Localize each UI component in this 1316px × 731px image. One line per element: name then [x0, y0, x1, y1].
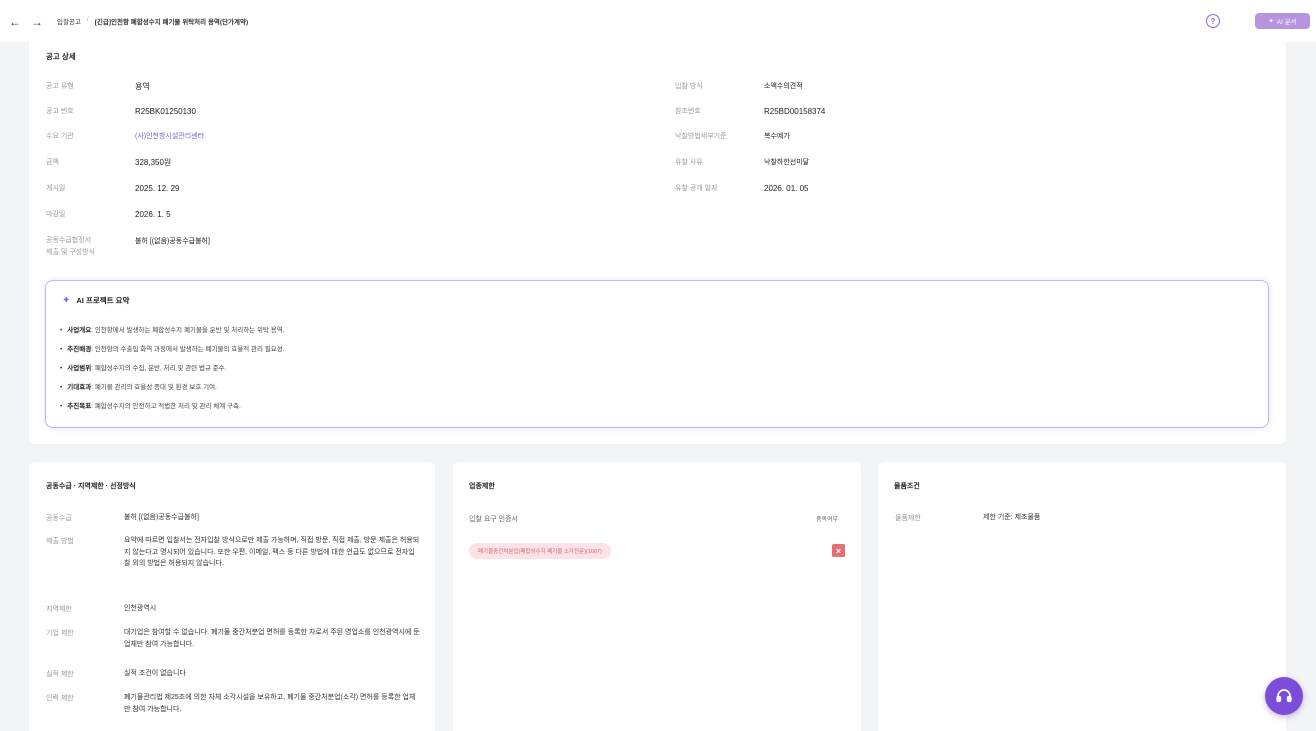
breadcrumb-item-current: [긴급]인천항 폐합성수지 폐기물 위탁처리 용역(단가계약) [94, 19, 249, 26]
field-label: 제출 방법 [46, 538, 74, 545]
arrow-right-icon[interactable]: → [30, 15, 44, 29]
list-item: 기대효과: 폐기물 관리의 효율성 증대 및 환경 보호 기여. [60, 382, 285, 401]
breadcrumb: 입찰공고 / [긴급]인천항 폐합성수지 폐기물 위탁처리 용역(단가계약) [57, 16, 248, 26]
breadcrumb-separator: / [86, 16, 89, 23]
field-label-award-criteria: 낙찰방법세부기준 [675, 133, 727, 140]
ai-summary-header: ✦ AI 프로젝트 요약 [62, 295, 129, 306]
ai-analysis-button[interactable]: ✦ AI 분석 [1255, 13, 1310, 29]
field-value-fail-date: 2026. 01. 05 [764, 184, 809, 193]
field-label-fail-date: 유찰 공개 일자 [675, 185, 718, 192]
field-label-joint-agreement-2: 제출 및 구성방식 [46, 249, 95, 256]
sparkle-icon: ✦ [1268, 18, 1274, 25]
field-label-notice-no: 공고 번호 [46, 108, 74, 115]
field-value-award-criteria: 복수예가 [764, 133, 790, 140]
field-label-posted: 게시일 [46, 185, 66, 192]
field-label-ref-no: 참조번호 [675, 108, 701, 115]
field-value-posted: 2025. 12. 29 [135, 184, 180, 193]
field-label-fail-reason: 유찰 사유 [675, 159, 703, 166]
top-bar: ← → 입찰공고 / [긴급]인천항 폐합성수지 폐기물 위탁처리 용역(단가계… [0, 0, 1316, 42]
field-value: 불허 [(없음)공동수급불허] [124, 514, 199, 521]
license-tag: 폐기물중간처분업(폐합성수지 폐기물 소각전문)(1007) [469, 543, 611, 559]
ai-summary-panel: ✦ AI 프로젝트 요약 사업개요: 인천항에서 발생하는 폐합성수지 폐기물을… [45, 280, 1269, 428]
field-label-amount: 금액 [46, 159, 59, 166]
field-value-amount: 328,350원 [135, 158, 172, 167]
field-value-type: 용역 [135, 82, 150, 91]
field-value: 대기업은 참여할 수 없습니다. 폐기물 중간처분업 면허를 등록한 자로서 주… [124, 629, 420, 648]
field-value: 인천광역시 [124, 605, 157, 612]
breadcrumb-item-list[interactable]: 입찰공고 [57, 16, 81, 26]
license-restriction-card: 업종제한 입찰 요구 인증서 중복여부 폐기물중간처분업(폐합성수지 폐기물 소… [453, 462, 861, 731]
product-condition-card: 물품조건 물품제한 제한 기준: 제조물품 [878, 462, 1286, 731]
field-label: 인력 제한 [46, 695, 74, 702]
arrow-left-icon[interactable]: ← [8, 15, 22, 29]
card-title: 공동수급 · 지역제한 · 선정방식 [46, 483, 136, 490]
card-title: 업종제한 [469, 483, 495, 490]
field-label-deadline: 마감일 [46, 211, 66, 218]
field-value: 요약에 따르면 입찰서는 전자입찰 방식으로만 제출 가능하며, 직접 방문, … [124, 537, 420, 567]
field-value-notice-no: R25BK01250130 [135, 107, 196, 116]
field-value: 폐기물관리법 제25조에 의한 자체 소각시설을 보유하고, 폐기물 중간처분업… [124, 694, 416, 713]
field-value-ref-no: R25BD00158374 [764, 107, 826, 116]
field-value-agency-link[interactable]: (사)인천항시설관리센터 [135, 131, 204, 142]
field-label-joint-agreement: 공동수급협정서 [46, 237, 92, 244]
help-circle-icon[interactable]: ? [1206, 14, 1220, 28]
ai-summary-title: AI 프로젝트 요약 [76, 296, 130, 305]
field-label: 기업 제한 [46, 630, 74, 637]
required-cert-label: 입찰 요구 인증서 [469, 516, 518, 523]
field-value-joint-agreement: 불허 [(없음)공동수급불허] [135, 238, 210, 245]
list-item: 추진목표: 폐합성수지의 안전하고 적법한 처리 및 관리 체계 구축. [60, 401, 285, 420]
field-value-bid-method: 소액수의견적 [764, 83, 803, 90]
field-label-agency: 수요 기관 [46, 133, 74, 140]
field-value-deadline: 2026. 1. 5 [135, 210, 171, 219]
duplicate-label: 중복여부 [816, 517, 839, 523]
field-label: 공동수급 [46, 515, 72, 522]
field-value-fail-reason: 낙찰하한선미달 [764, 159, 810, 166]
list-item: 추진배경: 인천항의 수출입 화역 과정에서 발생하는 폐기물의 효율적 관리 … [60, 344, 284, 363]
field-label: 물품제한 [895, 515, 921, 522]
card-title: 물품조건 [894, 483, 920, 490]
chat-support-button[interactable] [1265, 677, 1303, 715]
field-value: 제한 기준: 제조물품 [983, 514, 1041, 521]
ai-analysis-label: AI 분석 [1276, 19, 1297, 26]
list-item: 사업범위: 폐합성수지의 수집, 운반, 처리 및 관련 법규 준수. [60, 363, 285, 382]
list-item: 사업개요: 인천항에서 발생하는 폐합성수지 폐기물을 운반 및 처리하는 위탁… [60, 325, 284, 344]
field-label: 실적 제한 [46, 671, 74, 678]
field-label: 지역제한 [46, 606, 72, 613]
headset-icon [1276, 689, 1292, 703]
close-icon[interactable]: × [832, 544, 845, 557]
sparkle-icon: ✦ [62, 295, 71, 306]
joint-region-card: 공동수급 · 지역제한 · 선정방식 공동수급 불허 [(없음)공동수급불허] … [29, 462, 435, 731]
field-label-type: 공고 유형 [46, 83, 74, 90]
field-label-bid-method: 입찰 방식 [675, 83, 703, 90]
field-value: 실적 조건이 없습니다 [124, 670, 186, 677]
section-title: 공고 상세 [46, 52, 76, 61]
ai-summary-list: 사업개요: 인천항에서 발생하는 폐합성수지 폐기물을 운반 및 처리하는 위탁… [60, 325, 285, 420]
